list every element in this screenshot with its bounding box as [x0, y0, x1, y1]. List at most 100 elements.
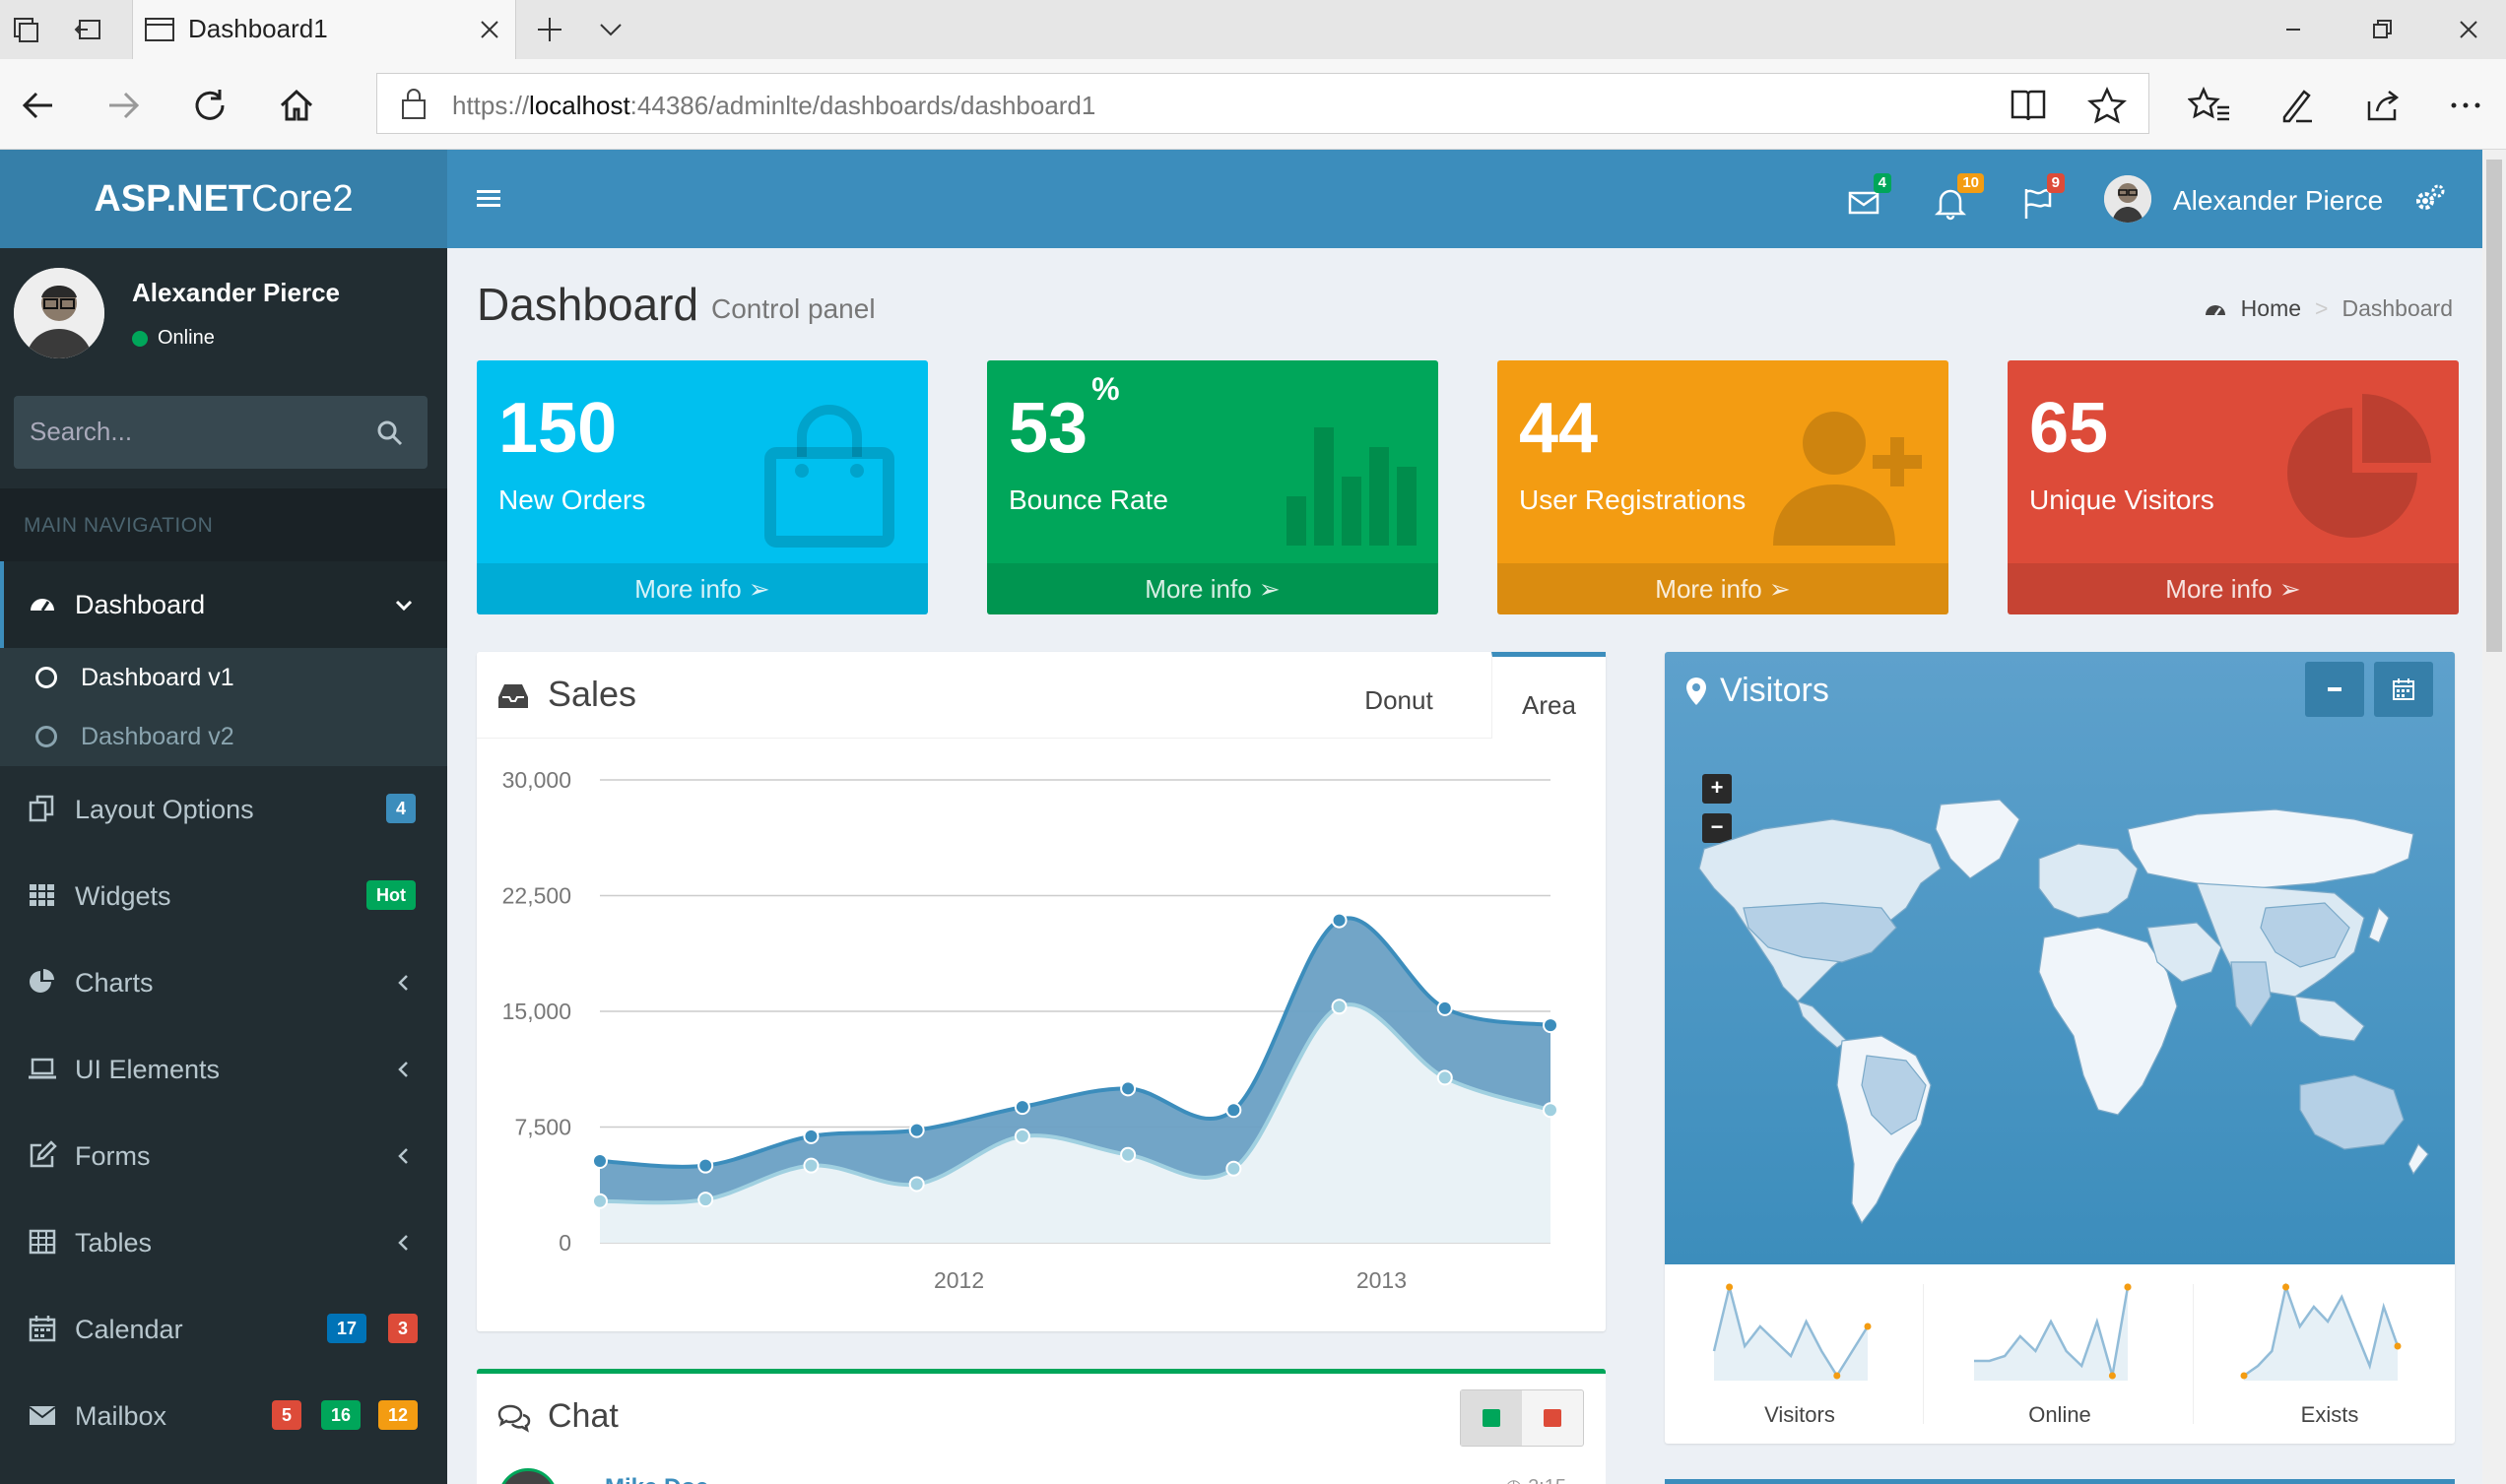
sparkline-visitors-label: Visitors	[1764, 1402, 1835, 1427]
chat-offline-button[interactable]	[1522, 1390, 1583, 1446]
new-tab-icon[interactable]	[532, 12, 567, 47]
favorite-star-icon[interactable]	[2085, 84, 2129, 127]
refresh-icon[interactable]	[185, 81, 234, 130]
user-avatar[interactable]	[2104, 175, 2151, 223]
sidebar-item-tables[interactable]: Tables	[0, 1199, 447, 1286]
sidebar-item-layout-options[interactable]: Layout Options 4	[0, 766, 447, 853]
reading-view-icon[interactable]	[2007, 84, 2050, 127]
tab-donut[interactable]: Donut	[1344, 652, 1454, 739]
minimize-icon[interactable]	[2275, 12, 2311, 47]
chat-message-sender[interactable]: Mike Doe	[605, 1474, 708, 1484]
sidebar-toggle-hamburger-icon[interactable]	[475, 185, 502, 213]
gears-icon[interactable]	[2411, 181, 2447, 217]
series-1-point	[1120, 1080, 1137, 1097]
small-box-bounce-rate: 53% Bounce Rate More info ➢	[987, 360, 1438, 614]
page-title: Dashboard	[477, 279, 699, 330]
sidebar-search-input[interactable]	[30, 410, 345, 453]
notifications-badge: 10	[1957, 173, 1984, 193]
more-menu-icon[interactable]	[2441, 81, 2490, 130]
sales-header: Sales Donut Area	[477, 652, 1606, 739]
restore-icon[interactable]	[2364, 12, 2400, 47]
map-europe	[2038, 843, 2139, 919]
collapse-button[interactable]	[2305, 662, 2364, 717]
calendar-badge-blue: 17	[326, 1314, 366, 1343]
circle-icon	[35, 726, 57, 747]
small-box-unique-visitors: 65 Unique Visitors More info ➢	[2008, 360, 2459, 614]
chat-online-button[interactable]	[1461, 1390, 1522, 1446]
sparkline-exists-label: Exists	[2300, 1402, 2359, 1427]
tab-area[interactable]: Area	[1491, 652, 1606, 739]
inbox-icon	[496, 681, 530, 711]
table-icon	[28, 1227, 57, 1257]
app-logo[interactable]: ASP.NET Core2	[0, 150, 447, 248]
sidebar-item-charts[interactable]: Charts	[0, 939, 447, 1026]
tasks-menu[interactable]: 9	[2010, 173, 2069, 223]
app-navbar: 4 10 9 Alexander Pierce	[447, 150, 2482, 248]
breadcrumb-home[interactable]: Home	[2241, 295, 2301, 322]
sidebar-item-widgets[interactable]: Widgets Hot	[0, 853, 447, 939]
date-range-button[interactable]	[2374, 662, 2433, 717]
sparkline-point	[2124, 1283, 2132, 1291]
notifications-menu[interactable]: 10	[1923, 173, 1984, 223]
back-icon[interactable]	[14, 81, 63, 130]
sparkline-exists-chart	[2240, 1282, 2402, 1381]
map-new-zealand	[2407, 1142, 2429, 1176]
notes-pen-icon[interactable]	[2272, 81, 2321, 130]
files-icon	[28, 794, 57, 823]
map-central-america	[1797, 1000, 1848, 1049]
messages-menu[interactable]: 4	[1836, 173, 1895, 223]
breadcrumb: Home > Dashboard	[2204, 295, 2453, 322]
sidebar-item-mailbox[interactable]: Mailbox 5 16 12	[0, 1373, 447, 1459]
bounce-rate-more-info[interactable]: More info ➢	[987, 563, 1438, 614]
world-map[interactable]	[1684, 790, 2433, 1253]
widgets-badge: Hot	[366, 880, 416, 910]
sparkline-area	[1714, 1287, 1868, 1381]
sparkline-online-chart	[1974, 1283, 2132, 1381]
new-orders-more-info[interactable]: More info ➢	[477, 563, 928, 614]
address-bar[interactable]: https://localhost:44386/adminlte/dashboa…	[376, 73, 2149, 134]
series-1-point	[1014, 1099, 1030, 1116]
sparkline-point	[2240, 1372, 2248, 1380]
favorites-list-icon[interactable]	[2185, 81, 2234, 130]
share-icon[interactable]	[2358, 81, 2407, 130]
close-window-icon[interactable]	[2451, 12, 2486, 47]
envelope-icon	[28, 1400, 57, 1430]
y-tick-label: 22,500	[502, 883, 571, 909]
url-text: https://localhost:44386/adminlte/dashboa…	[452, 91, 1096, 120]
sidebar-item-calendar[interactable]: Calendar 17 3	[0, 1286, 447, 1373]
page-scrollbar[interactable]	[2482, 150, 2506, 1484]
sidebar-item-ui-elements[interactable]: UI Elements	[0, 1026, 447, 1113]
user-registrations-more-info[interactable]: More info ➢	[1497, 563, 1948, 614]
sidebar-item-forms[interactable]: Forms	[0, 1113, 447, 1199]
pie-graph-icon	[2279, 390, 2441, 551]
browser-tab-active[interactable]: Dashboard1	[132, 0, 516, 59]
search-icon[interactable]	[376, 419, 404, 447]
sidebar-menu: Dashboard Dashboard v1 Dashboard v2 Layo…	[0, 561, 447, 1459]
set-aside-tabs-icon[interactable]	[71, 12, 106, 47]
mailbox-badge-green: 16	[320, 1400, 361, 1430]
grid-icon	[28, 880, 57, 910]
unique-visitors-more-info[interactable]: More info ➢	[2008, 563, 2459, 614]
tab-manager-icon[interactable]	[8, 12, 43, 47]
x-tick-label: 2013	[1356, 1267, 1407, 1293]
home-icon[interactable]	[272, 81, 321, 130]
dashboard-gauge-icon	[2204, 297, 2227, 321]
tab-list-chevron-icon[interactable]	[593, 12, 628, 47]
tab-close-icon[interactable]	[472, 12, 507, 47]
lock-icon	[399, 87, 429, 120]
map-greenland	[1935, 799, 2020, 879]
series-1-point	[697, 1157, 714, 1174]
calendar-icon	[2393, 678, 2414, 700]
forward-icon[interactable]	[99, 81, 148, 130]
sidebar-user-avatar	[14, 268, 104, 358]
sidebar-item-dashboard[interactable]: Dashboard	[0, 561, 447, 648]
sidebar-subitem-dashboard-v1[interactable]: Dashboard v1	[0, 648, 447, 707]
sidebar: Alexander Pierce Online MAIN NAVIGATION …	[0, 248, 447, 1484]
scrollbar-thumb[interactable]	[2486, 160, 2502, 652]
page-icon	[143, 13, 176, 46]
sidebar-header: MAIN NAVIGATION	[0, 488, 447, 561]
dashboard-submenu: Dashboard v1 Dashboard v2	[0, 648, 447, 766]
navbar-user-name[interactable]: Alexander Pierce	[2173, 185, 2383, 217]
series-2-point	[1436, 1069, 1453, 1086]
sidebar-subitem-dashboard-v2[interactable]: Dashboard v2	[0, 707, 447, 766]
